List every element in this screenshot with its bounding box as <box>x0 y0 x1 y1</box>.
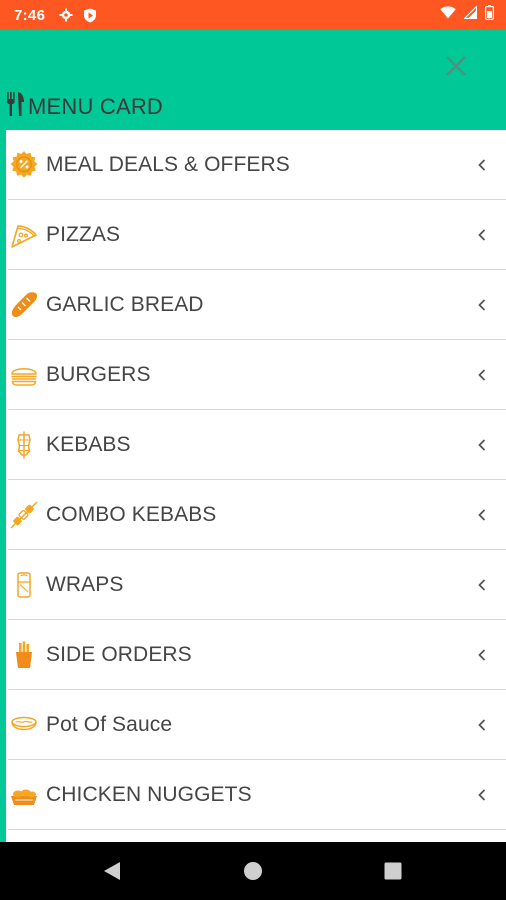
chevron-left-icon <box>476 297 488 313</box>
menu-item-label: Pot Of Sauce <box>46 712 173 736</box>
menu-item-side-orders[interactable]: SIDE ORDERS <box>8 620 506 690</box>
menu-item-chicken-nuggets[interactable]: CHICKEN NUGGETS <box>8 760 506 830</box>
signal-icon <box>463 5 478 24</box>
status-bar: 7:46 <box>0 0 506 30</box>
pizza-slice-icon <box>8 219 40 251</box>
menu-panel: MEAL DEALS & OFFERS PIZZAS GARLIC BREAD … <box>0 130 506 842</box>
menu-item-pot-of-sauce[interactable]: Pot Of Sauce <box>8 690 506 760</box>
fork-knife-icon <box>6 92 26 121</box>
battery-icon <box>485 5 495 25</box>
menu-item-label: SIDE ORDERS <box>46 642 192 666</box>
chevron-left-icon <box>476 367 488 383</box>
menu-item-garlic-bread[interactable]: GARLIC BREAD <box>8 270 506 340</box>
chevron-left-icon <box>476 437 488 453</box>
wifi-icon <box>440 6 456 24</box>
menu-header: MENU CARD <box>0 30 506 130</box>
left-accent-bar <box>0 130 6 842</box>
chevron-left-icon <box>476 577 488 593</box>
offer-badge-icon <box>8 149 40 181</box>
wrap-icon <box>8 569 40 601</box>
menu-list: MEAL DEALS & OFFERS PIZZAS GARLIC BREAD … <box>8 130 506 830</box>
header-title-row: MENU CARD <box>6 92 163 121</box>
chevron-left-icon <box>476 787 488 803</box>
menu-item-label: GARLIC BREAD <box>46 292 204 316</box>
page-title: MENU CARD <box>28 93 164 119</box>
nuggets-icon <box>8 779 40 811</box>
menu-item-label: CHICKEN NUGGETS <box>46 782 252 806</box>
menu-item-combo-kebabs[interactable]: COMBO KEBABS <box>8 480 506 550</box>
back-button[interactable] <box>100 859 124 883</box>
close-icon <box>446 56 466 76</box>
kebab-icon <box>8 429 40 461</box>
skewer-icon <box>8 499 40 531</box>
chevron-left-icon <box>476 717 488 733</box>
chevron-left-icon <box>476 227 488 243</box>
menu-item-kebabs[interactable]: KEBABS <box>8 410 506 480</box>
menu-item-pizzas[interactable]: PIZZAS <box>8 200 506 270</box>
menu-item-label: COMBO KEBABS <box>46 502 217 526</box>
burger-icon <box>8 359 40 391</box>
menu-item-label: MEAL DEALS & OFFERS <box>46 152 290 176</box>
menu-item-meal-deals[interactable]: MEAL DEALS & OFFERS <box>8 130 506 200</box>
sauce-pot-icon <box>8 709 40 741</box>
chevron-left-icon <box>476 157 488 173</box>
recents-button[interactable] <box>381 859 405 883</box>
fries-icon <box>8 639 40 671</box>
status-time: 7:46 <box>14 6 46 24</box>
home-icon <box>244 862 262 880</box>
menu-item-label: PIZZAS <box>46 222 121 246</box>
menu-item-label: WRAPS <box>46 572 124 596</box>
shield-play-icon <box>83 8 97 23</box>
menu-item-wraps[interactable]: WRAPS <box>8 550 506 620</box>
menu-item-label: BURGERS <box>46 362 151 386</box>
gear-icon <box>59 8 73 22</box>
chevron-left-icon <box>476 647 488 663</box>
close-button[interactable] <box>444 54 468 78</box>
system-nav-bar <box>0 842 506 900</box>
baguette-icon <box>8 289 40 321</box>
recents-icon <box>384 862 402 880</box>
menu-item-label: KEBABS <box>46 432 131 456</box>
menu-item-burgers[interactable]: BURGERS <box>8 340 506 410</box>
back-icon <box>104 862 120 880</box>
home-button[interactable] <box>241 859 265 883</box>
chevron-left-icon <box>476 507 488 523</box>
